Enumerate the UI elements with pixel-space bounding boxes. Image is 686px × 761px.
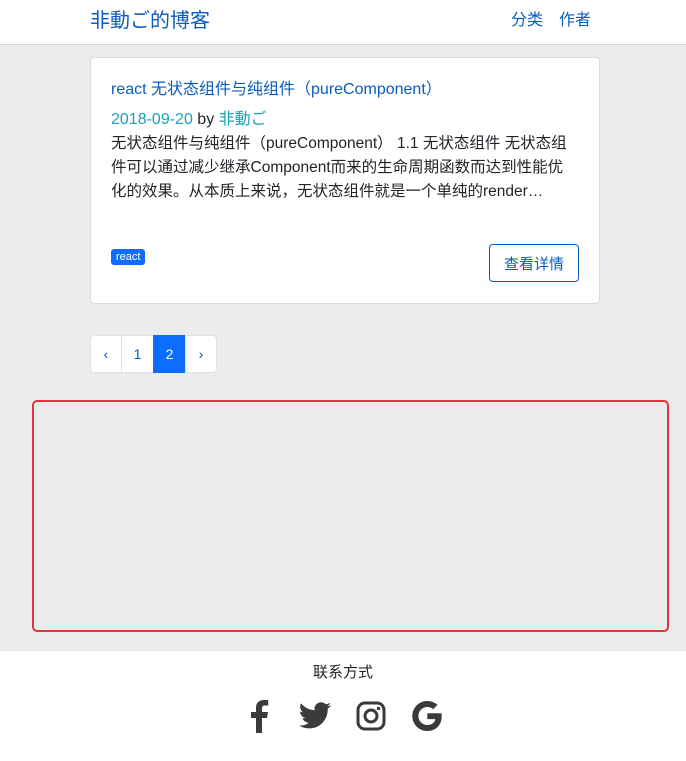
facebook-icon[interactable] bbox=[242, 699, 276, 733]
pagination-next[interactable]: › bbox=[185, 335, 217, 373]
nav-links: 分类 作者 bbox=[511, 10, 591, 32]
post-by: by bbox=[197, 111, 215, 128]
pagination-prev[interactable]: ‹ bbox=[90, 335, 122, 373]
footer: 联系方式 bbox=[0, 651, 686, 761]
site-brand[interactable]: 非動ご的博客 bbox=[90, 8, 210, 34]
post-card: react 无状态组件与纯组件（pureComponent） 2018-09-2… bbox=[90, 57, 600, 304]
footer-title: 联系方式 bbox=[312, 664, 373, 681]
nav-link-author[interactable]: 作者 bbox=[559, 10, 591, 32]
social-links bbox=[0, 699, 686, 733]
post-tag[interactable]: react bbox=[111, 249, 146, 265]
highlighted-empty-region bbox=[32, 400, 669, 632]
post-excerpt: 无状态组件与纯组件（pureComponent） 1.1 无状态组件 无状态组件… bbox=[111, 135, 567, 200]
post-author-link[interactable]: 非動ご bbox=[219, 111, 267, 128]
pagination: ‹ 1 2 › bbox=[90, 335, 217, 373]
post-date: 2018-09-20 bbox=[111, 111, 193, 128]
post-meta: 2018-09-20 by 非動ご bbox=[111, 109, 267, 131]
instagram-icon[interactable] bbox=[354, 699, 388, 733]
top-navbar: 非動ご的博客 分类 作者 bbox=[0, 0, 686, 45]
twitter-icon[interactable] bbox=[298, 699, 332, 733]
post-title[interactable]: react 无状态组件与纯组件（pureComponent） bbox=[111, 79, 442, 101]
view-details-button[interactable]: 查看详情 bbox=[489, 244, 579, 282]
google-icon[interactable] bbox=[410, 699, 444, 733]
pagination-page-2[interactable]: 2 bbox=[153, 335, 186, 373]
pagination-page-1[interactable]: 1 bbox=[121, 335, 154, 373]
nav-link-category[interactable]: 分类 bbox=[511, 10, 543, 32]
